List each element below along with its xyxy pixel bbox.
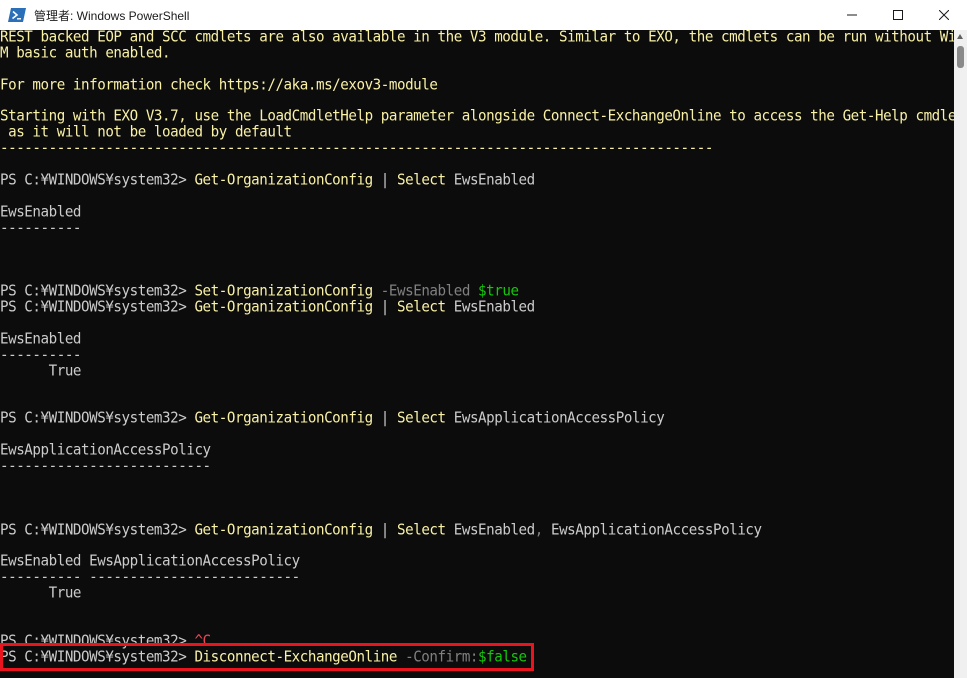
- console-text-segment: Get-OrganizationConfig: [194, 410, 373, 428]
- maximize-icon: [893, 10, 903, 20]
- console-text-segment: True: [0, 362, 82, 380]
- window-controls: [829, 0, 967, 30]
- console-text-segment: PS C:¥WINDOWS¥system32>: [0, 283, 195, 301]
- console-text-segment: True: [0, 585, 82, 603]
- console-text-segment: |: [372, 171, 398, 189]
- console-text-segment: Select: [397, 299, 446, 317]
- console-text-segment: EwsEnabled: [445, 299, 535, 317]
- console-line: PS C:¥WINDOWS¥system32> Get-Organization…: [0, 521, 954, 540]
- scroll-up-arrow-icon[interactable]: [957, 34, 963, 39]
- minimize-icon: [847, 14, 857, 16]
- console-text-segment: EwsApplicationAccessPolicy: [0, 442, 211, 460]
- console-line: PS C:¥WINDOWS¥system32> Get-Organization…: [0, 171, 954, 190]
- console-line: True: [0, 362, 954, 381]
- console-line: ----------: [0, 346, 954, 365]
- console-text-segment: PS C:¥WINDOWS¥system32>: [0, 299, 195, 317]
- console-text-segment: EwsApplicationAccessPolicy: [542, 521, 762, 539]
- console-text-segment: ----------: [0, 219, 82, 237]
- console-line: True: [0, 585, 954, 603]
- maximize-button[interactable]: [875, 0, 921, 30]
- console-line: PS C:¥WINDOWS¥system32> Get-Organization…: [0, 410, 954, 428]
- console-text-segment: EwsEnabled: [0, 203, 82, 221]
- console-line: ---------- --------------------------: [0, 569, 954, 587]
- title-bar[interactable]: 管理者: Windows PowerShell: [0, 0, 967, 30]
- console-text-segment: Select: [397, 171, 446, 189]
- close-icon: [939, 10, 949, 20]
- console-line: M basic auth enabled.: [0, 44, 954, 63]
- console-text-segment: -EwsEnabled: [372, 283, 471, 301]
- powershell-window: 管理者: Windows PowerShell REST backed EOP …: [0, 0, 967, 678]
- console-line: EwsEnabled: [0, 330, 954, 349]
- console-text-segment: Get-OrganizationConfig: [194, 171, 373, 189]
- console-text-segment: $true: [469, 283, 519, 301]
- console-line: ----------: [0, 219, 954, 238]
- console-text-segment: PS C:¥WINDOWS¥system32>: [0, 410, 195, 428]
- console-line: ----------------------------------------…: [0, 140, 954, 158]
- minimize-button[interactable]: [829, 0, 875, 30]
- scrollbar-thumb[interactable]: [957, 46, 964, 68]
- console-text-segment: ,: [534, 521, 544, 539]
- console-text-segment: REST backed EOP and SCC cmdlets are also…: [0, 30, 954, 46]
- console-line: PS C:¥WINDOWS¥system32> Get-Organization…: [0, 299, 954, 317]
- console-text-segment: --------------------------: [0, 457, 211, 475]
- console-text-segment: EwsEnabled: [445, 521, 535, 539]
- console-text-segment: EwsApplicationAccessPolicy: [445, 410, 665, 428]
- console-text-segment: as it will not be loaded by default: [0, 124, 292, 142]
- console-text-segment: Select: [397, 521, 446, 539]
- console-text-segment: PS C:¥WINDOWS¥system32>: [0, 521, 195, 539]
- console-text-segment: Set-OrganizationConfig: [194, 283, 373, 301]
- console-text-segment: PS C:¥WINDOWS¥system32>: [0, 171, 195, 189]
- vertical-scrollbar[interactable]: [954, 30, 967, 678]
- console-text-segment: ----------------------------------------…: [0, 140, 713, 158]
- console-output[interactable]: REST backed EOP and SCC cmdlets are also…: [0, 30, 954, 678]
- console-line: For more information check https://aka.m…: [0, 76, 954, 95]
- console-text-segment: EwsEnabled: [0, 330, 82, 348]
- console-line: --------------------------: [0, 457, 954, 476]
- close-button[interactable]: [921, 0, 967, 30]
- console-text-segment: M basic auth enabled.: [0, 44, 171, 62]
- highlighted-command-box: [0, 643, 534, 671]
- console-text-segment: Select: [397, 410, 446, 428]
- console-text-segment: |: [372, 521, 398, 539]
- console-text-segment: ---------- --------------------------: [0, 569, 300, 587]
- console-text-segment: EwsEnabled: [445, 171, 535, 189]
- console-text-segment: ----------: [0, 346, 82, 364]
- console-text-segment: Get-OrganizationConfig: [194, 299, 373, 317]
- window-title: 管理者: Windows PowerShell: [34, 8, 190, 23]
- console-text-segment: |: [372, 299, 398, 317]
- console-text-segment: Get-OrganizationConfig: [194, 521, 373, 539]
- console-text-segment: |: [372, 410, 398, 428]
- console-line: EwsEnabled: [0, 203, 954, 222]
- console-text-segment: EwsEnabled EwsApplicationAccessPolicy: [0, 553, 300, 571]
- console-text-segment: Starting with EXO V3.7, use the LoadCmdl…: [0, 108, 954, 126]
- console-text-segment: For more information check https://aka.m…: [0, 76, 438, 94]
- powershell-icon[interactable]: [8, 7, 26, 23]
